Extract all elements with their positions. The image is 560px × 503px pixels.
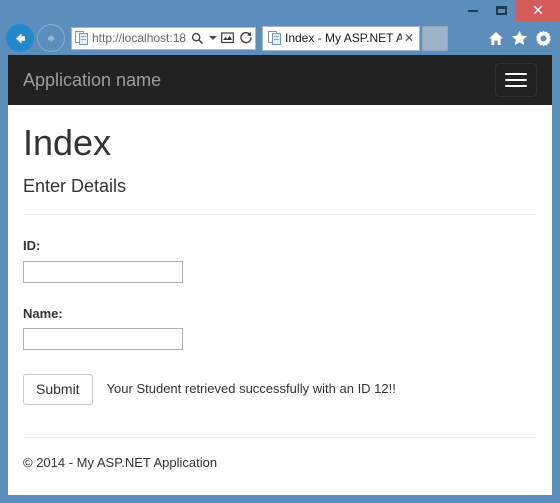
compatibility-view-icon[interactable]: [220, 30, 235, 47]
window-controls: ✕: [458, 0, 560, 21]
name-field[interactable]: [23, 327, 183, 350]
refresh-icon[interactable]: [238, 30, 253, 47]
page-favicon-icon: [75, 31, 88, 45]
name-field-label: Name:: [23, 305, 63, 321]
minimize-icon: [467, 9, 478, 12]
address-bar-icons: [188, 30, 253, 47]
favorites-star-icon[interactable]: [511, 30, 528, 47]
submit-button[interactable]: Submit: [23, 373, 93, 405]
footer-divider: [23, 436, 537, 438]
browser-titlebar: ✕: [0, 0, 560, 22]
tab-favicon-icon: [268, 31, 281, 45]
url-text[interactable]: http://localhost:18…: [92, 28, 188, 48]
content-divider: [23, 214, 537, 216]
footer-text: © 2014 - My ASP.NET Application: [23, 454, 218, 470]
forward-arrow-icon: [47, 34, 55, 42]
browser-tab[interactable]: Index - My ASP.NET A... ✕: [262, 25, 420, 51]
new-tab-button[interactable]: [422, 25, 448, 51]
result-message: Your Student retrieved successfully with…: [106, 381, 396, 397]
search-icon[interactable]: [190, 30, 205, 47]
page-footer: © 2014 - My ASP.NET Application: [23, 436, 537, 472]
close-icon: ✕: [532, 2, 544, 19]
hamburger-icon-bar: [505, 85, 527, 87]
browser-navigation-bar: http://localhost:18… Index - My ASP.NET …: [0, 22, 560, 54]
navbar-toggle-button[interactable]: [495, 63, 537, 97]
maximize-icon: [496, 6, 507, 15]
browser-toolbar-icons: [487, 30, 560, 47]
id-field-label: ID:: [23, 238, 41, 254]
tab-close-icon[interactable]: ✕: [402, 31, 416, 45]
page-title: Index: [23, 122, 112, 163]
hamburger-icon-bar: [505, 73, 527, 75]
page-subtitle: Enter Details: [23, 175, 127, 196]
tools-gear-icon[interactable]: [535, 30, 552, 47]
app-navbar: Application name: [8, 55, 552, 105]
hamburger-icon-bar: [505, 79, 527, 81]
browser-window: ✕ http://localhost:18… Index - My ASP.NE…: [0, 0, 560, 503]
close-button[interactable]: ✕: [516, 0, 560, 21]
form-group-name: Name:: [23, 305, 537, 350]
tab-title: Index - My ASP.NET A...: [285, 31, 402, 45]
navbar-brand[interactable]: Application name: [23, 70, 161, 90]
id-field[interactable]: [23, 260, 183, 283]
back-button[interactable]: [6, 24, 34, 52]
submit-row: Submit Your Student retrieved successful…: [23, 373, 537, 405]
forward-button[interactable]: [37, 24, 65, 52]
home-icon[interactable]: [487, 30, 504, 47]
page-viewport: Application name Index Enter Details ID:…: [8, 55, 552, 495]
maximize-button[interactable]: [487, 0, 516, 21]
form-group-id: ID:: [23, 237, 537, 283]
chevron-down-icon[interactable]: [208, 30, 217, 47]
content-container: Index Enter Details ID: Name: Submit You…: [8, 123, 552, 472]
minimize-button[interactable]: [458, 0, 487, 21]
back-arrow-icon: [15, 33, 25, 43]
address-bar[interactable]: http://localhost:18…: [71, 26, 256, 50]
